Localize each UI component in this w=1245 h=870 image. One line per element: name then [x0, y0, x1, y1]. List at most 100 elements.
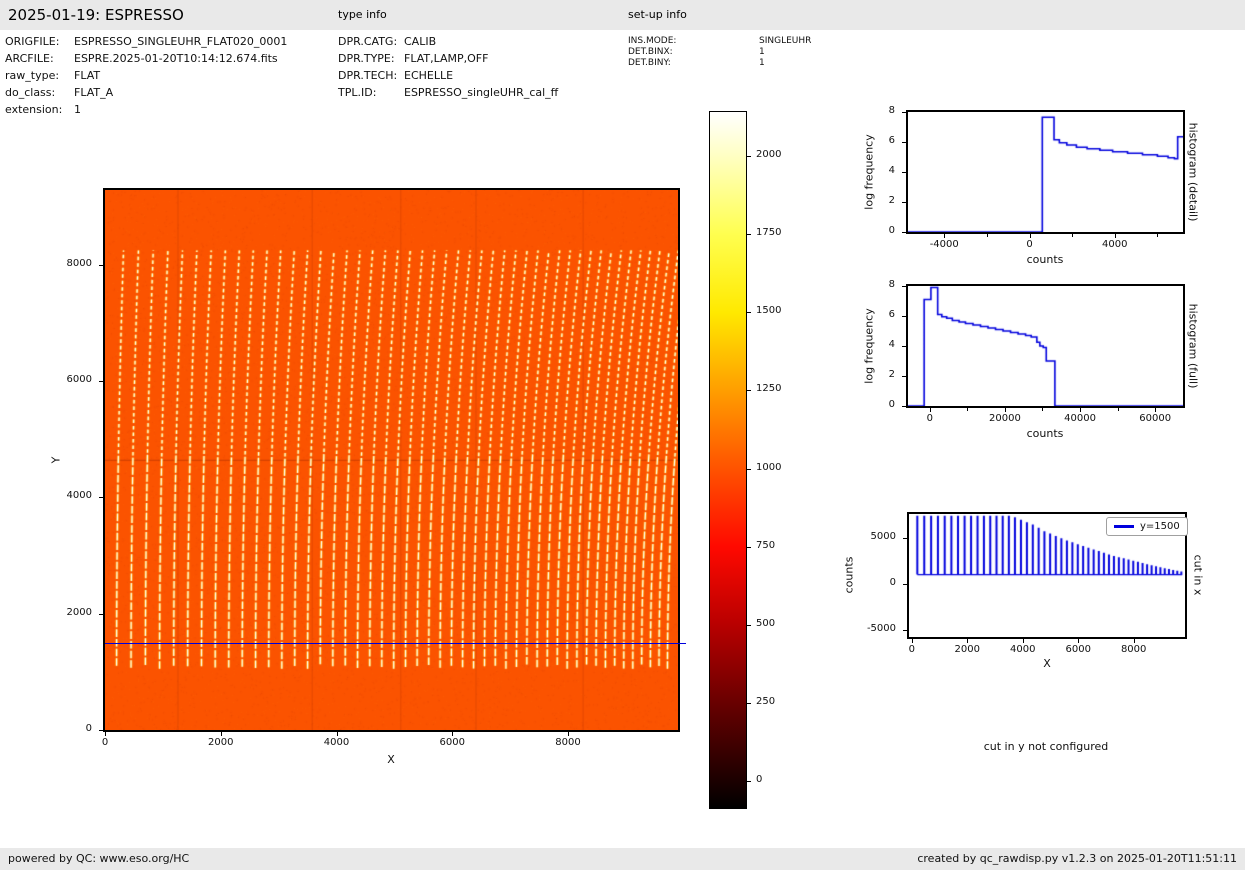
colorbar-tick-mark [747, 781, 751, 783]
y-tick-label: 0 [888, 225, 895, 236]
x-tick-label: 4000 [1009, 644, 1036, 655]
y-tick-label: -5000 [866, 622, 896, 634]
x-tick-label: 20000 [989, 413, 1021, 424]
x-tick-mark [1080, 408, 1082, 412]
raw-image-heatmap [105, 190, 678, 730]
y-tick-label: 2000 [66, 606, 92, 618]
colorbar-tick-mark [747, 155, 751, 157]
colorbar-tick-label: 250 [756, 696, 776, 708]
y-tick-mark [99, 264, 103, 266]
y-tick-mark [902, 406, 906, 407]
y-tick-label: 6 [888, 135, 895, 146]
main-xaxis-label: X [387, 753, 395, 766]
x-tick-mark [1155, 408, 1157, 412]
x-tick-mark [1004, 408, 1006, 412]
x-tick-mark [1022, 639, 1024, 643]
y-tick-mark [903, 629, 907, 631]
x-tick-label: 4000 [1102, 239, 1128, 250]
cut-in-x-side-label: cut in x [1191, 554, 1205, 596]
x-minor-tick-mark [1157, 234, 1159, 237]
y-tick-label: 6 [888, 309, 895, 320]
y-tick-mark [99, 613, 103, 615]
type-info-row: DPR.TECH: ECHELLE [338, 69, 454, 82]
x-tick-mark [929, 408, 931, 412]
x-tick-mark [944, 234, 946, 238]
colorbar-tick-mark [747, 468, 751, 470]
colorbar-tick-mark [747, 703, 751, 705]
footer-powered-by: powered by QC: www.eso.org/HC [8, 852, 190, 865]
file-info-row: ORIGFILE: ESPRESSO_SINGLEUHR_FLAT020_0001 [5, 35, 288, 48]
file-info-row: raw_type: FLAT [5, 69, 101, 82]
x-tick-mark [1029, 234, 1031, 238]
y-tick-label: 4000 [66, 490, 92, 502]
x-tick-label: 4000 [323, 737, 350, 748]
type-info-heading: type info [338, 8, 387, 21]
colorbar-tick-mark [747, 390, 751, 392]
cut-in-x-xaxis-label: X [1043, 657, 1051, 670]
y-tick-mark [99, 381, 103, 383]
colorbar-tick-mark [747, 233, 751, 235]
x-tick-label: 0 [101, 737, 109, 748]
x-tick-mark [1078, 639, 1080, 643]
x-tick-label: 2000 [208, 737, 234, 748]
y-tick-mark [903, 537, 907, 539]
footer-bar: powered by QC: www.eso.org/HC created by… [0, 848, 1245, 870]
y-tick-label: 0 [85, 723, 92, 734]
y-tick-label: 4 [888, 339, 895, 350]
x-minor-tick-mark [1042, 408, 1044, 411]
qc-report-page: 2025-01-19: ESPRESSO type info set-up in… [0, 0, 1245, 870]
file-info-row: extension: 1 [5, 103, 81, 116]
y-tick-label: 0 [889, 576, 896, 588]
y-tick-mark [902, 232, 906, 233]
histogram-detail-line [908, 112, 1183, 232]
colorbar-tick-mark [747, 312, 751, 314]
histogram-full-axes [906, 284, 1185, 408]
y-tick-label: 8 [888, 279, 895, 290]
type-info-row: DPR.CATG: CALIB [338, 35, 437, 48]
y-tick-label: 8000 [66, 257, 92, 269]
x-tick-mark [452, 732, 454, 736]
y-tick-mark [902, 172, 906, 173]
hist-full-side-label: histogram (full) [1186, 303, 1200, 389]
hist-detail-xaxis-label: counts [1026, 253, 1064, 266]
cut-position-line [105, 642, 686, 645]
x-tick-mark [568, 732, 570, 736]
x-minor-tick-mark [1072, 234, 1074, 237]
colorbar-tick-mark [747, 625, 751, 626]
legend-label: y=1500 [1140, 521, 1180, 532]
type-info-column: DPR.CATG: CALIB DPR.TYPE: FLAT,LAMP,OFF DP… [338, 33, 558, 101]
x-tick-mark [1114, 234, 1116, 238]
x-tick-label: 6000 [1065, 644, 1091, 655]
type-info-row: DPR.TYPE: FLAT,LAMP,OFF [338, 52, 489, 65]
x-minor-tick-mark [967, 408, 969, 411]
colorbar-tick-label: 1000 [756, 461, 782, 473]
histogram-detail-axes [906, 110, 1185, 234]
main-yaxis-label: Y [49, 456, 63, 464]
cut-in-y-message: cut in y not configured [983, 740, 1109, 753]
y-tick-mark [902, 346, 906, 347]
x-tick-mark [911, 639, 913, 643]
x-minor-tick-mark [1117, 408, 1119, 411]
file-info-column: ORIGFILE: ESPRESSO_SINGLEUHR_FLAT020_0001… [5, 33, 287, 118]
x-tick-label: 8000 [555, 737, 581, 748]
setup-info-heading: set-up info [628, 8, 687, 21]
y-tick-mark [902, 316, 906, 317]
x-tick-label: 2000 [954, 644, 980, 655]
setup-info-row: DET.BINY: 1 [628, 58, 765, 68]
histogram-full-line [908, 286, 1183, 406]
x-minor-tick-mark [986, 234, 988, 237]
y-tick-label: 0 [888, 399, 895, 410]
x-tick-label: 8000 [1120, 644, 1147, 655]
y-tick-label: 6000 [66, 374, 92, 386]
x-tick-mark [220, 732, 222, 736]
header-bar: 2025-01-19: ESPRESSO type info set-up in… [0, 0, 1245, 30]
colorbar-tick-label: 1500 [756, 305, 782, 317]
x-tick-mark [105, 732, 106, 736]
setup-info-row: DET.BINX: 1 [628, 47, 765, 57]
x-tick-label: 60000 [1139, 413, 1172, 424]
x-tick-label: 40000 [1064, 413, 1096, 424]
x-tick-mark [967, 639, 969, 643]
colorbar [709, 111, 747, 809]
colorbar-tick-label: 1750 [756, 226, 782, 238]
colorbar-tick-label: 0 [756, 774, 763, 786]
